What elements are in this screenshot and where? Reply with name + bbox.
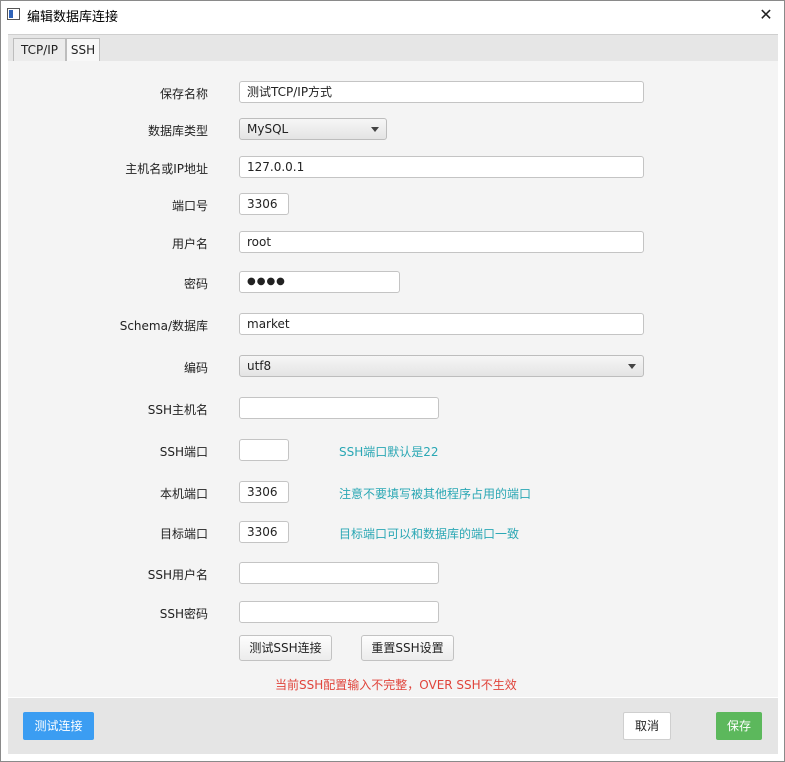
encoding-label: 编码: [183, 361, 208, 375]
form-panel: 保存名称 测试TCP/IP方式 数据库类型 MySQL 主机名或IP地址 127…: [8, 61, 778, 697]
window-title: 编辑数据库连接: [27, 10, 119, 25]
db-type-label: 数据库类型: [147, 124, 208, 138]
ssh-user-label: SSH用户名: [147, 568, 208, 582]
ssh-port-hint: SSH端口默认是22: [339, 445, 439, 459]
db-type-value: MySQL: [247, 122, 289, 136]
username-input[interactable]: root: [239, 231, 644, 253]
title-bar: 编辑数据库连接 ✕: [1, 1, 784, 29]
ssh-user-input[interactable]: [239, 562, 439, 584]
ssh-host-label: SSH主机名: [147, 403, 208, 417]
local-port-label: 本机端口: [159, 487, 208, 501]
password-input[interactable]: ●●●●: [239, 271, 400, 293]
test-ssh-button[interactable]: 测试SSH连接: [239, 635, 332, 661]
port-label: 端口号: [171, 199, 208, 213]
ssh-password-label: SSH密码: [159, 607, 208, 621]
schema-input[interactable]: market: [239, 313, 644, 335]
encoding-value: utf8: [247, 359, 272, 373]
close-icon[interactable]: ✕: [749, 1, 783, 29]
ssh-port-label: SSH端口: [159, 445, 208, 459]
username-label: 用户名: [171, 237, 208, 251]
db-type-select[interactable]: MySQL: [239, 118, 387, 140]
dialog-window: 编辑数据库连接 ✕ TCP/IP SSH 保存名称 测试TCP/IP方式 数据库…: [0, 0, 785, 762]
ssh-host-input[interactable]: [239, 397, 439, 419]
local-port-input[interactable]: 3306: [239, 481, 289, 503]
target-port-input[interactable]: 3306: [239, 521, 289, 543]
tab-tcpip[interactable]: TCP/IP: [13, 38, 66, 62]
footer-bar: 测试连接 取消 保存: [8, 698, 778, 754]
tab-ssh[interactable]: SSH: [66, 38, 100, 62]
chevron-down-icon: [371, 127, 379, 132]
password-label: 密码: [183, 277, 208, 291]
schema-label: Schema/数据库: [119, 319, 208, 333]
reset-ssh-button[interactable]: 重置SSH设置: [361, 635, 454, 661]
port-input[interactable]: 3306: [239, 193, 289, 215]
host-input[interactable]: 127.0.0.1: [239, 156, 644, 178]
save-name-input[interactable]: 测试TCP/IP方式: [239, 81, 644, 103]
tab-bar: TCP/IP SSH: [8, 34, 778, 62]
ssh-port-input[interactable]: [239, 439, 289, 461]
test-connection-button[interactable]: 测试连接: [23, 712, 94, 740]
save-button[interactable]: 保存: [716, 712, 762, 740]
host-label: 主机名或IP地址: [125, 162, 208, 176]
target-port-label: 目标端口: [159, 527, 208, 541]
ssh-warning-text: 当前SSH配置输入不完整，OVER SSH不生效: [275, 678, 517, 692]
chevron-down-icon: [628, 364, 636, 369]
save-name-label: 保存名称: [159, 87, 208, 101]
encoding-select[interactable]: utf8: [239, 355, 644, 377]
target-port-hint: 目标端口可以和数据库的端口一致: [339, 527, 520, 541]
ssh-password-input[interactable]: [239, 601, 439, 623]
window-icon: [7, 8, 20, 20]
cancel-button[interactable]: 取消: [623, 712, 671, 740]
local-port-hint: 注意不要填写被其他程序占用的端口: [339, 487, 532, 501]
